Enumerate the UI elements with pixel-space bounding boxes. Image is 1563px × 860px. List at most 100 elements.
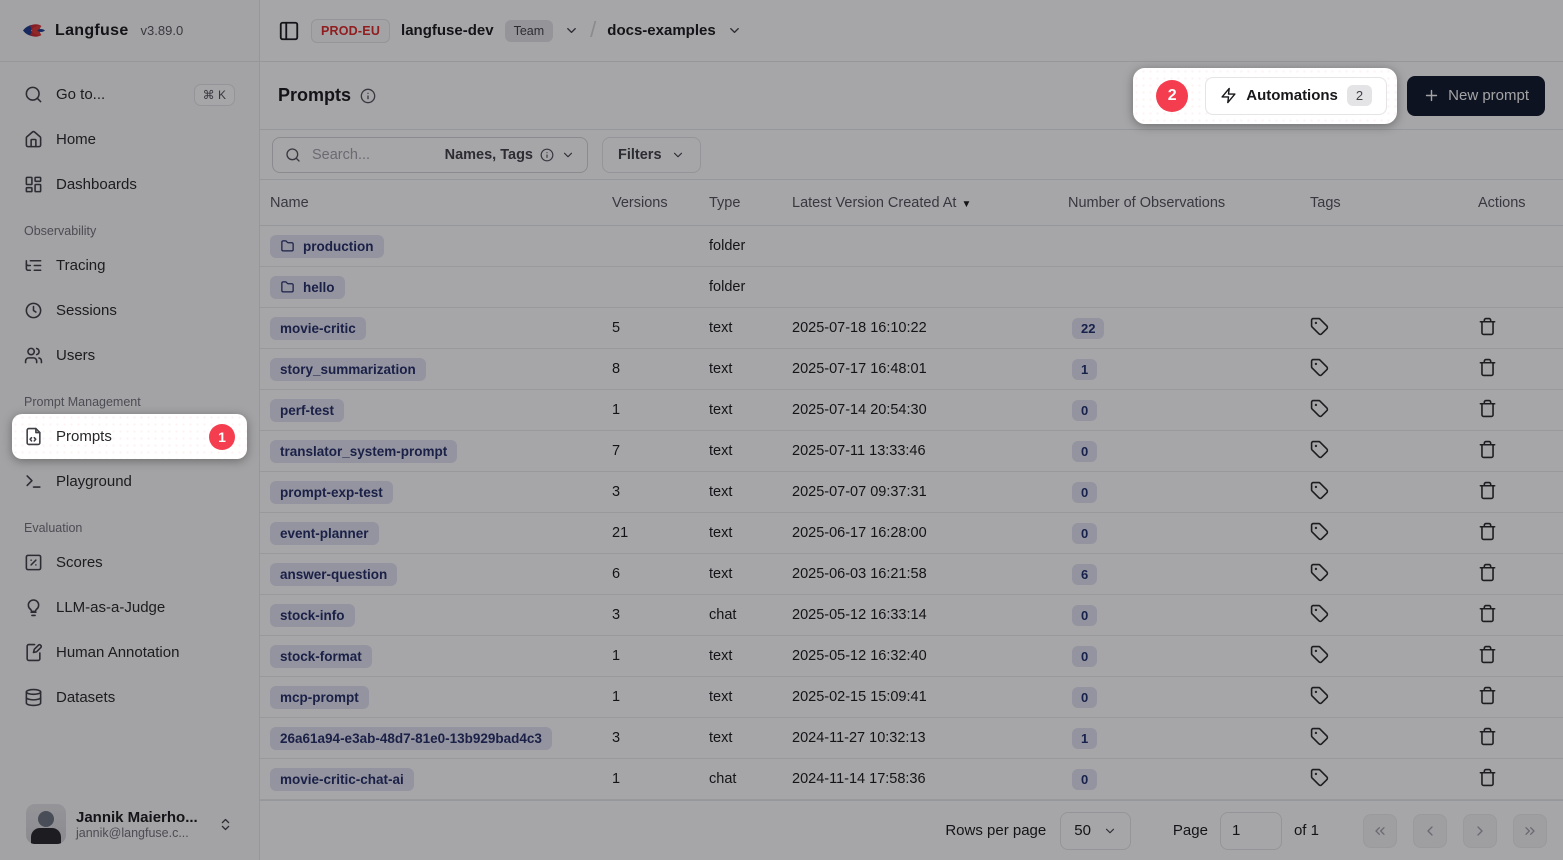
tag-icon[interactable]: [1310, 481, 1329, 500]
table-row[interactable]: event-planner21text2025-06-17 16:28:000: [260, 513, 1563, 554]
table-row[interactable]: story_summarization8text2025-07-17 16:48…: [260, 349, 1563, 390]
trash-icon[interactable]: [1478, 522, 1497, 541]
search-scope-select[interactable]: Names, Tags: [445, 147, 575, 163]
trash-icon[interactable]: [1478, 481, 1497, 500]
prompt-link[interactable]: event-planner: [270, 522, 379, 545]
tag-icon[interactable]: [1310, 727, 1329, 746]
prompt-link[interactable]: prompt-exp-test: [270, 481, 393, 504]
chevron-down-icon[interactable]: [564, 23, 579, 38]
tag-icon[interactable]: [1310, 358, 1329, 377]
trash-icon[interactable]: [1478, 358, 1497, 377]
table-row[interactable]: productionfolder: [260, 226, 1563, 267]
prompt-link[interactable]: stock-info: [270, 604, 355, 627]
sidebar-item-playground[interactable]: Playground: [12, 459, 247, 504]
col-tags[interactable]: Tags: [1298, 195, 1460, 211]
sidebar-item-llm-judge[interactable]: LLM-as-a-Judge: [12, 585, 247, 630]
user-menu[interactable]: Jannik Maierho... jannik@langfuse.c...: [12, 792, 247, 860]
tag-icon[interactable]: [1310, 768, 1329, 787]
next-page-button[interactable]: [1463, 814, 1497, 848]
info-icon[interactable]: [360, 88, 376, 104]
table-row[interactable]: hellofolder: [260, 267, 1563, 308]
table-row[interactable]: mcp-prompt1text2025-02-15 15:09:410: [260, 677, 1563, 718]
observation-count-badge[interactable]: 0: [1072, 482, 1097, 503]
rows-per-page-select[interactable]: 50: [1060, 812, 1131, 850]
org-name[interactable]: langfuse-dev: [401, 22, 494, 39]
sidebar-item-users[interactable]: Users: [12, 333, 247, 378]
prompt-link[interactable]: translator_system-prompt: [270, 440, 457, 463]
col-name[interactable]: Name: [260, 195, 602, 211]
observation-count-badge[interactable]: 1: [1072, 728, 1097, 749]
trash-icon[interactable]: [1478, 604, 1497, 623]
trash-icon[interactable]: [1478, 440, 1497, 459]
trash-icon[interactable]: [1478, 399, 1497, 418]
trash-icon[interactable]: [1478, 645, 1497, 664]
col-number-of-observations[interactable]: Number of Observations: [1058, 195, 1298, 211]
tag-icon[interactable]: [1310, 686, 1329, 705]
col-latest-version-created-at[interactable]: Latest Version Created At▼: [782, 195, 1058, 211]
last-page-button[interactable]: [1513, 814, 1547, 848]
observation-count-badge[interactable]: 22: [1072, 318, 1104, 339]
prompt-link[interactable]: stock-format: [270, 645, 372, 668]
tag-icon[interactable]: [1310, 563, 1329, 582]
page-number-input[interactable]: [1220, 812, 1282, 850]
automations-button[interactable]: Automations 2: [1205, 77, 1387, 115]
table-row[interactable]: movie-critic-chat-ai1chat2024-11-14 17:5…: [260, 759, 1563, 800]
filters-button[interactable]: Filters: [602, 137, 701, 173]
sidebar-item-prompts[interactable]: Prompts 1: [12, 414, 247, 459]
project-name[interactable]: docs-examples: [607, 22, 715, 39]
table-row[interactable]: prompt-exp-test3text2025-07-07 09:37:310: [260, 472, 1563, 513]
trash-icon[interactable]: [1478, 686, 1497, 705]
tag-icon[interactable]: [1310, 399, 1329, 418]
prompt-link[interactable]: 26a61a94-e3ab-48d7-81e0-13b929bad4c3: [270, 727, 552, 750]
trash-icon[interactable]: [1478, 563, 1497, 582]
observation-count-badge[interactable]: 6: [1072, 564, 1097, 585]
table-row[interactable]: stock-format1text2025-05-12 16:32:400: [260, 636, 1563, 677]
observation-count-badge[interactable]: 0: [1072, 400, 1097, 421]
tag-icon[interactable]: [1310, 604, 1329, 623]
table-row[interactable]: translator_system-prompt7text2025-07-11 …: [260, 431, 1563, 472]
table-row[interactable]: movie-critic5text2025-07-18 16:10:2222: [260, 308, 1563, 349]
previous-page-button[interactable]: [1413, 814, 1447, 848]
observation-count-badge[interactable]: 0: [1072, 687, 1097, 708]
table-row[interactable]: 26a61a94-e3ab-48d7-81e0-13b929bad4c33tex…: [260, 718, 1563, 759]
sidebar-item-human-annotation[interactable]: Human Annotation: [12, 630, 247, 675]
observation-count-badge[interactable]: 0: [1072, 605, 1097, 626]
trash-icon[interactable]: [1478, 768, 1497, 787]
first-page-button[interactable]: [1363, 814, 1397, 848]
prompt-link[interactable]: movie-critic: [270, 317, 366, 340]
sidebar-item-goto[interactable]: Go to... ⌘ K: [12, 72, 247, 117]
folder-link[interactable]: hello: [270, 276, 345, 299]
observation-count-badge[interactable]: 0: [1072, 441, 1097, 462]
tag-icon[interactable]: [1310, 522, 1329, 541]
table-row[interactable]: answer-question6text2025-06-03 16:21:586: [260, 554, 1563, 595]
tag-icon[interactable]: [1310, 440, 1329, 459]
table-row[interactable]: stock-info3chat2025-05-12 16:33:140: [260, 595, 1563, 636]
trash-icon[interactable]: [1478, 727, 1497, 746]
observation-count-badge[interactable]: 0: [1072, 769, 1097, 790]
trash-icon[interactable]: [1478, 317, 1497, 336]
prompt-link[interactable]: perf-test: [270, 399, 344, 422]
observation-count-badge[interactable]: 0: [1072, 646, 1097, 667]
prompt-link[interactable]: mcp-prompt: [270, 686, 369, 709]
sidebar-item-dashboards[interactable]: Dashboards: [12, 162, 247, 207]
sidebar-item-scores[interactable]: Scores: [12, 540, 247, 585]
sidebar-item-tracing[interactable]: Tracing: [12, 243, 247, 288]
tag-icon[interactable]: [1310, 645, 1329, 664]
new-prompt-button[interactable]: New prompt: [1407, 76, 1545, 116]
sidebar-item-datasets[interactable]: Datasets: [12, 675, 247, 720]
col-type[interactable]: Type: [699, 195, 782, 211]
sidebar-item-home[interactable]: Home: [12, 117, 247, 162]
search-input[interactable]: [310, 146, 428, 164]
sidebar-toggle-icon[interactable]: [278, 20, 300, 42]
tag-icon[interactable]: [1310, 317, 1329, 336]
col-versions[interactable]: Versions: [602, 195, 699, 211]
observation-count-badge[interactable]: 1: [1072, 359, 1097, 380]
prompt-link[interactable]: story_summarization: [270, 358, 426, 381]
table-row[interactable]: perf-test1text2025-07-14 20:54:300: [260, 390, 1563, 431]
sidebar-item-sessions[interactable]: Sessions: [12, 288, 247, 333]
folder-link[interactable]: production: [270, 235, 384, 258]
prompt-link[interactable]: answer-question: [270, 563, 397, 586]
prompt-link[interactable]: movie-critic-chat-ai: [270, 768, 414, 791]
observation-count-badge[interactable]: 0: [1072, 523, 1097, 544]
chevron-down-icon[interactable]: [727, 23, 742, 38]
